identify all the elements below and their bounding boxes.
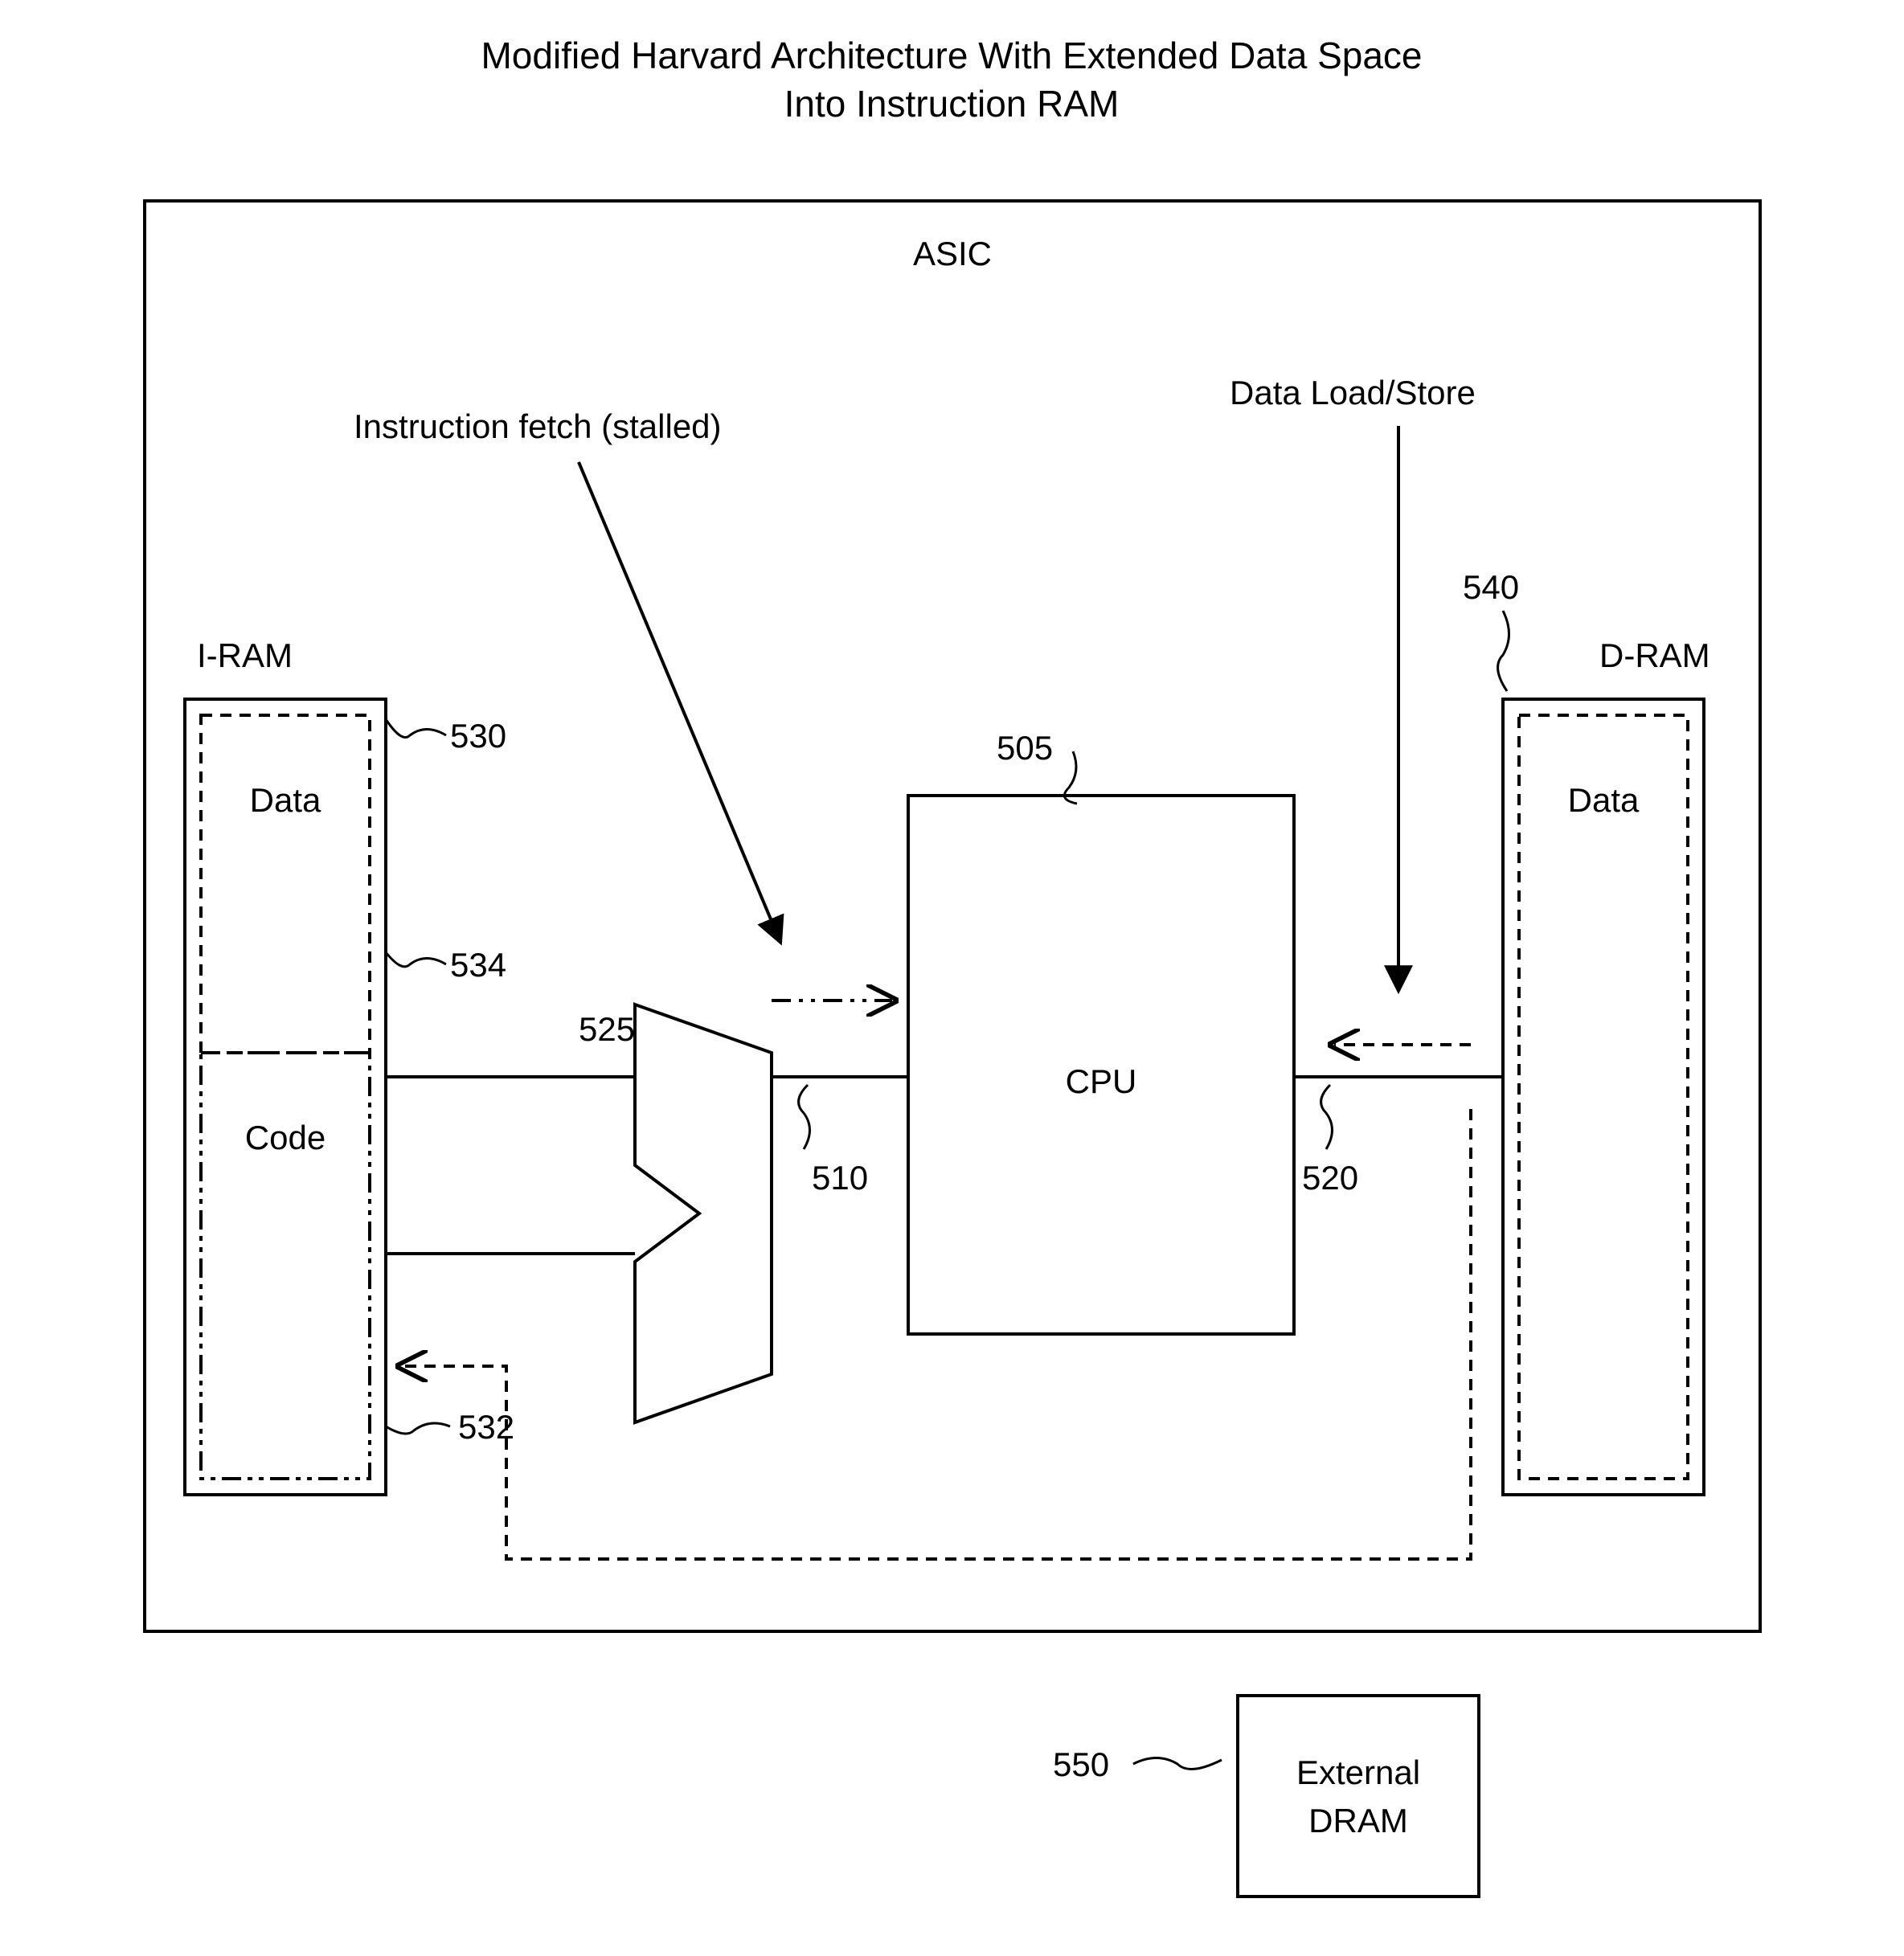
ref-510: 510 xyxy=(812,1159,868,1197)
external-label2: DRAM xyxy=(1308,1802,1408,1839)
title-line1: Modified Harvard Architecture With Exten… xyxy=(481,35,1422,76)
leader-540 xyxy=(1498,611,1509,691)
dram-data-label: Data xyxy=(1568,781,1640,819)
leader-530 xyxy=(386,719,446,738)
leader-534 xyxy=(386,952,446,967)
iram-code-label: Code xyxy=(245,1119,326,1156)
leader-510 xyxy=(799,1085,810,1149)
iram-code-region xyxy=(201,1053,370,1479)
dataload-label: Data Load/Store xyxy=(1230,374,1476,411)
iram-label: I-RAM xyxy=(197,636,293,674)
ifetch-pointer xyxy=(579,462,780,940)
external-label1: External xyxy=(1296,1753,1420,1791)
ref-505: 505 xyxy=(997,729,1053,767)
dram-label: D-RAM xyxy=(1599,636,1710,674)
external-dram-box xyxy=(1238,1696,1479,1897)
ref-530: 530 xyxy=(450,717,506,755)
iram-data-region xyxy=(201,715,370,1053)
ref-550: 550 xyxy=(1053,1745,1109,1783)
ref-534: 534 xyxy=(450,946,506,984)
asic-label: ASIC xyxy=(913,235,992,272)
leader-550 xyxy=(1133,1758,1222,1770)
leader-520 xyxy=(1321,1085,1333,1149)
iram-data-label: Data xyxy=(250,781,321,819)
ref-532: 532 xyxy=(458,1408,514,1446)
title-line2: Into Instruction RAM xyxy=(784,83,1120,125)
dram-data-region xyxy=(1519,715,1688,1479)
diagram: Modified Harvard Architecture With Exten… xyxy=(0,0,1904,1956)
leader-532 xyxy=(386,1423,450,1434)
ref-525: 525 xyxy=(579,1010,635,1048)
ref-520: 520 xyxy=(1302,1159,1358,1197)
ref-540: 540 xyxy=(1463,568,1519,606)
ifetch-label: Instruction fetch (stalled) xyxy=(354,407,722,445)
mux xyxy=(635,1005,772,1422)
cpu-label: CPU xyxy=(1066,1062,1137,1100)
